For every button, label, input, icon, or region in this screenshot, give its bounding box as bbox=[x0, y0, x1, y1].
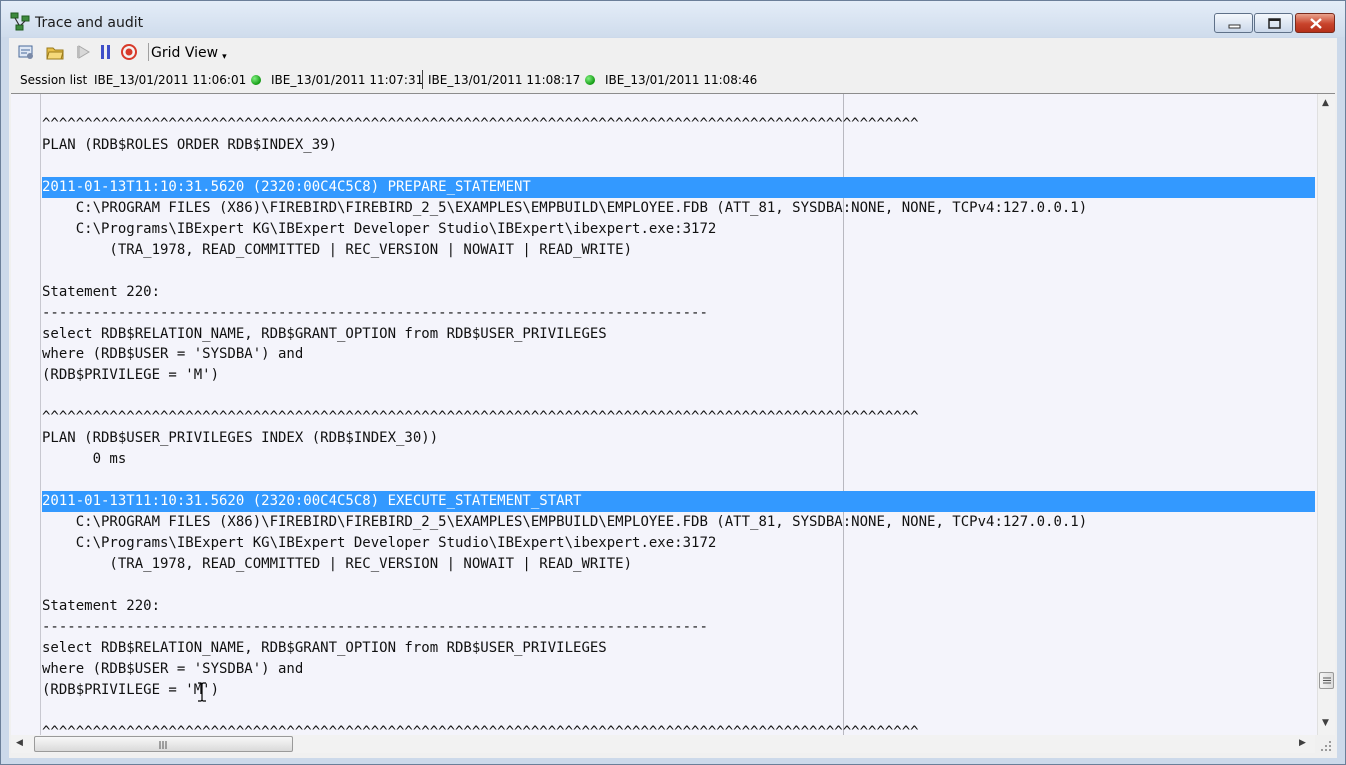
trace-line[interactable]: PLAN (RDB$USER_PRIVILEGES INDEX (RDB$IND… bbox=[42, 428, 1315, 449]
trace-line[interactable]: C:\PROGRAM FILES (X86)\FIREBIRD\FIREBIRD… bbox=[42, 512, 1315, 533]
horizontal-scrollbar[interactable]: ◀ ▶ bbox=[11, 735, 1315, 753]
pause-icon[interactable] bbox=[97, 43, 115, 61]
scroll-right-icon[interactable]: ▶ bbox=[1299, 738, 1306, 748]
trace-line[interactable]: ----------------------------------------… bbox=[42, 303, 1315, 324]
close-button[interactable] bbox=[1295, 13, 1335, 33]
chevron-down-icon: ▾ bbox=[222, 52, 227, 62]
session-1-active-icon bbox=[251, 75, 261, 85]
session-list-label: Session list bbox=[20, 73, 88, 87]
trace-line[interactable]: ----------------------------------------… bbox=[42, 617, 1315, 638]
minimize-icon bbox=[1228, 24, 1241, 29]
trace-line[interactable]: where (RDB$USER = 'SYSDBA') and bbox=[42, 344, 1315, 365]
trace-event-header[interactable]: 2011-01-13T11:10:31.5620 (2320:00C4C5C8)… bbox=[42, 491, 1315, 512]
trace-line[interactable]: (TRA_1978, READ_COMMITTED | REC_VERSION … bbox=[42, 554, 1315, 575]
trace-line[interactable]: select RDB$RELATION_NAME, RDB$GRANT_OPTI… bbox=[42, 324, 1315, 345]
trace-line[interactable] bbox=[42, 156, 1315, 177]
grip-icon bbox=[159, 741, 167, 749]
vertical-scroll-thumb[interactable] bbox=[1319, 672, 1334, 689]
trace-line[interactable]: (TRA_1978, READ_COMMITTED | REC_VERSION … bbox=[42, 240, 1315, 261]
trace-line[interactable] bbox=[42, 470, 1315, 491]
trace-log-view[interactable]: ^^^^^^^^^^^^^^^^^^^^^^^^^^^^^^^^^^^^^^^^… bbox=[11, 93, 1335, 735]
open-folder-icon[interactable] bbox=[46, 43, 64, 61]
trace-line[interactable]: 0 ms bbox=[42, 449, 1315, 470]
trace-line[interactable]: (RDB$PRIVILEGE = 'M') bbox=[42, 365, 1315, 386]
scroll-up-icon[interactable]: ▲ bbox=[1322, 98, 1329, 108]
trace-line[interactable]: select RDB$RELATION_NAME, RDB$GRANT_OPTI… bbox=[42, 638, 1315, 659]
toolbar: Grid View ▾ bbox=[9, 38, 1337, 66]
trace-line[interactable] bbox=[42, 701, 1315, 722]
trace-line[interactable]: ^^^^^^^^^^^^^^^^^^^^^^^^^^^^^^^^^^^^^^^^… bbox=[42, 114, 1315, 135]
grip-icon bbox=[1323, 677, 1331, 684]
trace-line[interactable]: C:\PROGRAM FILES (X86)\FIREBIRD\FIREBIRD… bbox=[42, 198, 1315, 219]
session-separator bbox=[422, 70, 423, 89]
grid-view-label: Grid View bbox=[151, 45, 219, 61]
toolbar-separator bbox=[148, 43, 149, 61]
play-icon[interactable] bbox=[75, 43, 93, 61]
settings-icon[interactable] bbox=[17, 43, 35, 61]
trace-audit-window: Trace and audit Grid View ▾ Session list… bbox=[0, 0, 1346, 765]
trace-line[interactable] bbox=[42, 386, 1315, 407]
scroll-down-icon[interactable]: ▼ bbox=[1322, 718, 1329, 728]
horizontal-scroll-thumb[interactable] bbox=[34, 736, 293, 752]
minimize-button[interactable] bbox=[1214, 13, 1253, 33]
session-tab-1[interactable]: IBE_13/01/2011 11:06:01 bbox=[94, 73, 246, 87]
trace-line[interactable]: ^^^^^^^^^^^^^^^^^^^^^^^^^^^^^^^^^^^^^^^^… bbox=[42, 722, 1315, 735]
trace-line[interactable]: where (RDB$USER = 'SYSDBA') and bbox=[42, 659, 1315, 680]
text-cursor-icon bbox=[198, 682, 206, 702]
trace-line[interactable]: C:\Programs\IBExpert KG\IBExpert Develop… bbox=[42, 533, 1315, 554]
trace-app-icon bbox=[10, 12, 32, 34]
trace-event-header[interactable]: 2011-01-13T11:10:31.5620 (2320:00C4C5C8)… bbox=[42, 177, 1315, 198]
title-bar[interactable]: Trace and audit bbox=[1, 1, 1345, 37]
session-tab-3[interactable]: IBE_13/01/2011 11:08:17 bbox=[428, 73, 580, 87]
client-area: Grid View ▾ Session list IBE_13/01/2011 1… bbox=[9, 38, 1337, 758]
session-tab-4[interactable]: IBE_13/01/2011 11:08:46 bbox=[605, 73, 757, 87]
maximize-button[interactable] bbox=[1254, 13, 1293, 33]
trace-line[interactable] bbox=[42, 261, 1315, 282]
grid-view-dropdown[interactable]: Grid View ▾ bbox=[151, 45, 227, 62]
stop-icon[interactable] bbox=[120, 43, 138, 61]
trace-line[interactable]: Statement 220: bbox=[42, 282, 1315, 303]
trace-line[interactable] bbox=[42, 575, 1315, 596]
trace-line[interactable]: PLAN (RDB$ROLES ORDER RDB$INDEX_39) bbox=[42, 135, 1315, 156]
trace-line[interactable]: ^^^^^^^^^^^^^^^^^^^^^^^^^^^^^^^^^^^^^^^^… bbox=[42, 407, 1315, 428]
scroll-left-icon[interactable]: ◀ bbox=[16, 738, 23, 748]
trace-line[interactable]: Statement 220: bbox=[42, 596, 1315, 617]
trace-line[interactable]: C:\Programs\IBExpert KG\IBExpert Develop… bbox=[42, 219, 1315, 240]
session-3-active-icon bbox=[585, 75, 595, 85]
trace-line[interactable]: (RDB$PRIVILEGE = 'M') bbox=[42, 680, 1315, 701]
maximize-icon bbox=[1268, 18, 1281, 29]
resize-grip-icon[interactable] bbox=[1317, 737, 1333, 753]
close-icon bbox=[1310, 18, 1322, 29]
line-gutter bbox=[11, 94, 41, 735]
session-bar: Session list IBE_13/01/2011 11:06:01 IBE… bbox=[9, 68, 1337, 90]
session-tab-2[interactable]: IBE_13/01/2011 11:07:31 bbox=[271, 73, 423, 87]
window-title: Trace and audit bbox=[35, 15, 144, 31]
vertical-scrollbar[interactable]: ▲ ▼ bbox=[1317, 94, 1335, 735]
